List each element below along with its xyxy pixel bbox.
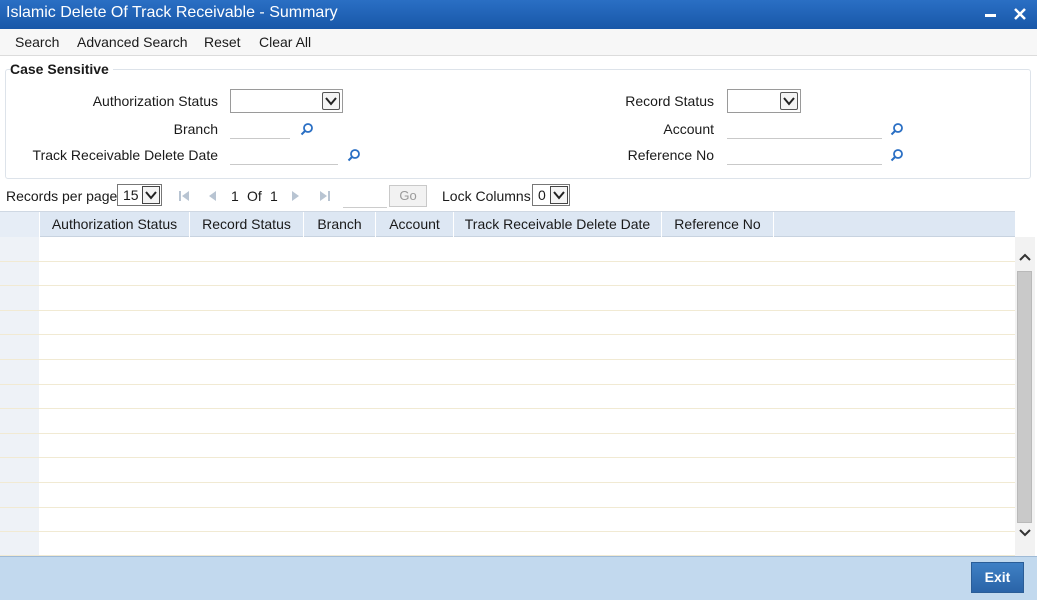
branch-input[interactable] [230, 117, 290, 139]
table-row[interactable] [0, 507, 1015, 533]
row-selector[interactable] [0, 409, 40, 433]
table-row[interactable] [0, 433, 1015, 459]
results-grid: Authorization Status Record Status Branc… [0, 211, 1015, 557]
lock-columns-label: Lock Columns [442, 188, 531, 204]
account-label: Account [663, 121, 714, 137]
authorization-status-select[interactable] [230, 89, 343, 113]
scroll-up-icon[interactable] [1017, 250, 1033, 266]
scroll-down-icon[interactable] [1017, 524, 1033, 540]
row-selector[interactable] [0, 433, 40, 458]
of-label: Of [247, 188, 262, 204]
chevron-down-icon [142, 186, 160, 204]
search-button[interactable]: Search [15, 34, 59, 50]
reference-no-label: Reference No [627, 147, 714, 163]
delete-date-label: Track Receivable Delete Date [32, 147, 218, 163]
table-row[interactable] [0, 261, 1015, 287]
row-selector[interactable] [0, 310, 40, 335]
minimize-icon [984, 13, 996, 17]
chevron-down-icon [322, 92, 340, 110]
account-input[interactable] [727, 117, 882, 139]
records-per-page-label: Records per page [6, 188, 118, 204]
row-selector[interactable] [0, 507, 40, 532]
grid-header: Authorization Status Record Status Branc… [0, 212, 1015, 237]
row-selector[interactable] [0, 384, 40, 409]
record-status-label: Record Status [625, 93, 714, 109]
pagination-bar: Records per page 15 1 Of 1 Go Lock Colum… [0, 183, 1037, 209]
total-pages: 1 [270, 188, 278, 204]
scrollbar-thumb[interactable] [1017, 271, 1032, 523]
row-selector[interactable] [0, 532, 40, 556]
row-selector[interactable] [0, 335, 40, 359]
records-per-page-select[interactable]: 15 [117, 184, 162, 206]
delete-date-lookup-icon[interactable] [347, 148, 361, 162]
row-selector[interactable] [0, 261, 40, 286]
table-row[interactable] [0, 310, 1015, 336]
reference-no-input[interactable] [727, 143, 882, 165]
table-row[interactable] [0, 532, 1015, 557]
previous-page-icon[interactable] [205, 189, 219, 203]
chevron-down-icon [780, 92, 798, 110]
next-page-icon[interactable] [289, 189, 303, 203]
lock-columns-value: 0 [538, 187, 546, 203]
close-icon [1014, 8, 1026, 20]
delete-date-input[interactable] [230, 143, 338, 165]
go-to-page-input[interactable] [343, 188, 387, 208]
case-sensitive-label: Case Sensitive [10, 61, 113, 77]
records-per-page-value: 15 [123, 187, 139, 203]
table-row[interactable] [0, 483, 1015, 508]
branch-label: Branch [173, 121, 218, 137]
row-selector[interactable] [0, 458, 40, 482]
table-row[interactable] [0, 335, 1015, 360]
column-record-status[interactable]: Record Status [190, 212, 304, 237]
first-page-icon[interactable] [177, 189, 191, 203]
minimize-button[interactable] [979, 2, 1001, 26]
table-row[interactable] [0, 360, 1015, 385]
exit-button[interactable]: Exit [971, 562, 1024, 593]
current-page: 1 [231, 188, 239, 204]
chevron-down-icon [550, 186, 568, 204]
row-selector[interactable] [0, 286, 40, 310]
go-button[interactable]: Go [389, 185, 427, 207]
reference-no-lookup-icon[interactable] [890, 148, 904, 162]
table-row[interactable] [0, 237, 1015, 262]
advanced-search-button[interactable]: Advanced Search [77, 34, 188, 50]
select-all-column[interactable] [0, 212, 40, 237]
column-reference-no[interactable]: Reference No [662, 212, 774, 237]
authorization-status-label: Authorization Status [92, 93, 218, 109]
clear-all-button[interactable]: Clear All [259, 34, 311, 50]
title-bar: Islamic Delete Of Track Receivable - Sum… [0, 0, 1037, 29]
table-row[interactable] [0, 409, 1015, 434]
table-row[interactable] [0, 384, 1015, 410]
account-lookup-icon[interactable] [890, 122, 904, 136]
lock-columns-select[interactable]: 0 [532, 184, 570, 206]
close-button[interactable] [1009, 2, 1031, 26]
last-page-icon[interactable] [318, 189, 332, 203]
record-status-select[interactable] [727, 89, 801, 113]
column-account[interactable]: Account [376, 212, 454, 237]
row-selector[interactable] [0, 237, 40, 261]
reset-button[interactable]: Reset [204, 34, 241, 50]
column-delete-date[interactable]: Track Receivable Delete Date [454, 212, 662, 237]
toolbar: Search Advanced Search Reset Clear All [0, 29, 1037, 56]
row-selector[interactable] [0, 483, 40, 507]
row-selector[interactable] [0, 360, 40, 384]
table-row[interactable] [0, 458, 1015, 483]
footer-bar: Exit [0, 556, 1037, 600]
column-branch[interactable]: Branch [304, 212, 376, 237]
window-title: Islamic Delete Of Track Receivable - Sum… [6, 4, 338, 21]
branch-lookup-icon[interactable] [300, 122, 314, 136]
column-authorization-status[interactable]: Authorization Status [40, 212, 190, 237]
table-row[interactable] [0, 286, 1015, 311]
vertical-scrollbar[interactable] [1015, 237, 1035, 556]
